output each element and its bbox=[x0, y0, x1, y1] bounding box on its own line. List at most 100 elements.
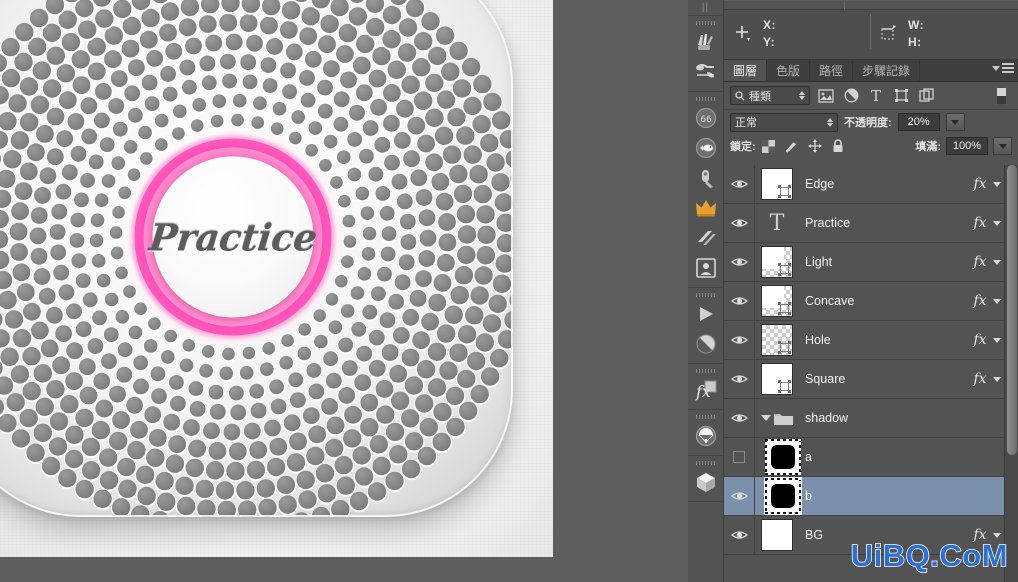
layer-row-a[interactable]: a bbox=[724, 438, 1018, 477]
filter-adjustment-icon[interactable] bbox=[842, 87, 860, 105]
filter-pixel-icon[interactable] bbox=[817, 87, 835, 105]
crown-tool[interactable] bbox=[688, 193, 723, 223]
layer-thumbnail[interactable] bbox=[761, 324, 793, 356]
layer-row-practice[interactable]: T Practice fx bbox=[724, 204, 1018, 243]
layer-effects-caret[interactable] bbox=[990, 532, 1004, 538]
layer-thumbnail-cell[interactable] bbox=[755, 168, 799, 200]
layer-effects-indicator[interactable]: fx bbox=[970, 332, 990, 348]
toolstrip-top-grip[interactable]: || bbox=[688, 0, 723, 16]
layer-thumbnail[interactable] bbox=[765, 478, 801, 514]
tab-channels[interactable]: 色版 bbox=[767, 60, 811, 81]
lock-image-pixels-icon[interactable] bbox=[785, 139, 799, 153]
layer-visibility-toggle[interactable] bbox=[724, 282, 755, 320]
layer-thumbnail-cell[interactable] bbox=[755, 324, 799, 356]
filter-shape-icon[interactable] bbox=[892, 87, 910, 105]
fx-tool[interactable]: fx bbox=[688, 375, 723, 405]
layer-effects-indicator[interactable]: fx bbox=[970, 293, 990, 309]
blend-mode-select[interactable]: 正常 bbox=[730, 112, 838, 132]
binoculars-tool[interactable]: 66 bbox=[688, 103, 723, 133]
filter-kind-spinner[interactable] bbox=[799, 91, 805, 100]
portrait-tool[interactable] bbox=[688, 253, 723, 283]
fill-input[interactable]: 100% bbox=[946, 137, 988, 155]
cube-3d-tool[interactable] bbox=[688, 467, 723, 497]
pocketknife-tool[interactable] bbox=[688, 163, 723, 193]
layer-thumbnail-cell[interactable] bbox=[755, 519, 799, 551]
layer-visibility-toggle[interactable] bbox=[724, 360, 755, 398]
layer-thumbnail-cell[interactable]: T bbox=[755, 207, 799, 239]
layer-visibility-toggle[interactable] bbox=[724, 165, 755, 203]
play-tool[interactable] bbox=[688, 299, 723, 329]
layer-effects-caret[interactable] bbox=[990, 181, 1004, 187]
layer-row-b[interactable]: b bbox=[724, 477, 1018, 516]
center-button[interactable]: Practice bbox=[147, 156, 319, 318]
tool-group-grip[interactable] bbox=[688, 290, 723, 299]
parachute-tool[interactable] bbox=[688, 421, 723, 451]
type-layer-thumbnail[interactable]: T bbox=[761, 207, 793, 239]
layer-visibility-toggle[interactable] bbox=[724, 321, 755, 359]
layer-visibility-toggle[interactable] bbox=[724, 243, 755, 281]
layer-thumbnail-cell[interactable] bbox=[755, 478, 801, 514]
layer-thumbnail-cell[interactable] bbox=[755, 363, 799, 395]
layer-row-shadow[interactable]: shadow bbox=[724, 399, 1018, 438]
layer-row-light[interactable]: Light fx bbox=[724, 243, 1018, 282]
layer-thumbnail[interactable] bbox=[761, 285, 793, 317]
layer-thumbnail[interactable] bbox=[761, 246, 793, 278]
document-sheet[interactable]: Practice bbox=[0, 0, 553, 557]
group-folder-cell[interactable] bbox=[755, 411, 799, 426]
layer-effects-indicator[interactable]: fx bbox=[970, 371, 990, 387]
sponge-dodge-tool[interactable] bbox=[688, 27, 723, 57]
layer-effects-indicator[interactable]: fx bbox=[970, 215, 990, 231]
tool-group-grip[interactable] bbox=[688, 366, 723, 375]
layer-thumbnail[interactable] bbox=[761, 519, 793, 551]
layer-list-scrollbar[interactable] bbox=[1004, 165, 1018, 582]
filter-toggle-switch[interactable] bbox=[992, 86, 1010, 105]
group-twirl-icon[interactable] bbox=[761, 415, 771, 421]
layer-visibility-toggle[interactable] bbox=[724, 516, 755, 554]
lock-all-icon[interactable] bbox=[831, 139, 845, 153]
layer-visibility-toggle[interactable] bbox=[724, 438, 755, 476]
tool-group-grip[interactable] bbox=[688, 458, 723, 467]
tab-layers[interactable]: 圖層 bbox=[724, 60, 768, 81]
layer-thumbnail[interactable] bbox=[761, 363, 793, 395]
layer-effects-indicator[interactable]: fx bbox=[970, 176, 990, 192]
filter-smartobject-icon[interactable] bbox=[917, 87, 935, 105]
scrollbar-thumb[interactable] bbox=[1007, 165, 1017, 455]
layer-row-edge[interactable]: Edge fx bbox=[724, 165, 1018, 204]
opacity-dropdown-button[interactable] bbox=[945, 113, 965, 131]
tool-group-grip[interactable] bbox=[688, 18, 723, 27]
lock-transparent-pixels-icon[interactable] bbox=[762, 139, 776, 153]
layer-thumbnail[interactable] bbox=[765, 439, 801, 475]
fish-tool[interactable] bbox=[688, 133, 723, 163]
tab-history[interactable]: 步驟記錄 bbox=[853, 60, 921, 81]
blur-smudge-tool[interactable] bbox=[688, 57, 723, 87]
layer-list[interactable]: Edge fx T Practice fx Light fx Concave f… bbox=[724, 165, 1018, 582]
layer-effects-indicator[interactable]: fx bbox=[970, 254, 990, 270]
filter-type-icon[interactable]: T bbox=[867, 87, 885, 105]
layer-effects-caret[interactable] bbox=[990, 220, 1004, 226]
lock-position-icon[interactable] bbox=[807, 139, 822, 153]
filter-kind-select[interactable]: 種類 bbox=[730, 86, 810, 105]
layer-thumbnail-cell[interactable] bbox=[755, 439, 801, 475]
tool-group-grip[interactable] bbox=[688, 412, 723, 421]
layer-visibility-toggle[interactable] bbox=[724, 399, 755, 437]
layer-effects-caret[interactable] bbox=[990, 298, 1004, 304]
fill-dropdown-button[interactable] bbox=[993, 137, 1012, 155]
layer-effects-caret[interactable] bbox=[990, 259, 1004, 265]
tool-group-grip[interactable] bbox=[688, 94, 723, 103]
layer-effects-caret[interactable] bbox=[990, 337, 1004, 343]
canvas-area[interactable]: Practice bbox=[0, 0, 688, 582]
layer-thumbnail[interactable] bbox=[761, 168, 793, 200]
layer-row-hole[interactable]: Hole fx bbox=[724, 321, 1018, 360]
layer-thumbnail-cell[interactable] bbox=[755, 246, 799, 278]
layer-visibility-toggle[interactable] bbox=[724, 204, 755, 242]
center-button-group[interactable]: Practice bbox=[130, 134, 336, 340]
layer-row-square[interactable]: Square fx bbox=[724, 360, 1018, 399]
layer-visibility-toggle[interactable] bbox=[724, 477, 755, 515]
blend-mode-spinner[interactable] bbox=[827, 117, 833, 127]
tab-paths[interactable]: 路徑 bbox=[810, 60, 854, 81]
layer-effects-caret[interactable] bbox=[990, 376, 1004, 382]
panel-menu-icon[interactable] bbox=[992, 63, 1014, 73]
layer-thumbnail-cell[interactable] bbox=[755, 285, 799, 317]
stripes-tool[interactable] bbox=[688, 223, 723, 253]
layer-row-concave[interactable]: Concave fx bbox=[724, 282, 1018, 321]
